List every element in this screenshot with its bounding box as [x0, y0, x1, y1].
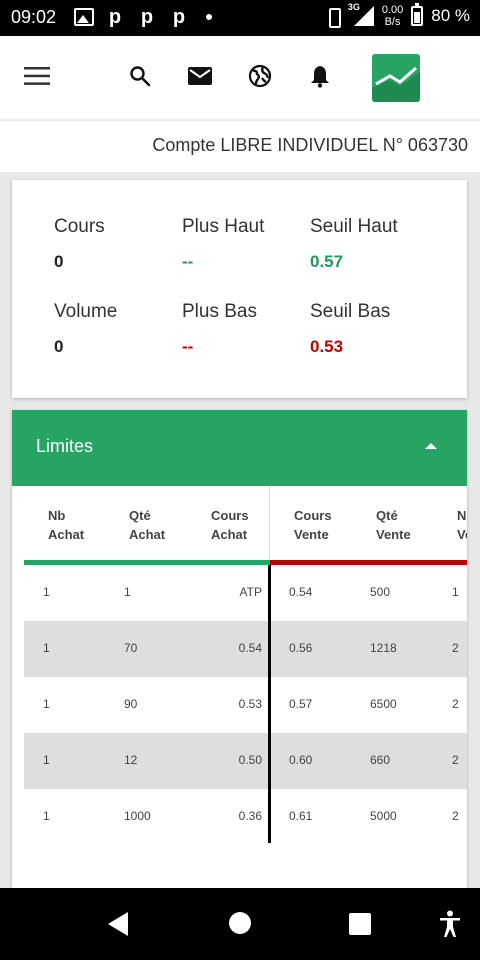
- cell-nb-vente: 2: [452, 641, 459, 655]
- header-qte-achat: Qté Achat: [129, 508, 166, 542]
- cell-nb-vente: 2: [452, 753, 459, 767]
- plus-bas-label: Plus Bas: [182, 301, 257, 322]
- cell-cours-vente: 0.54: [289, 585, 313, 599]
- plus-haut-label: Plus Haut: [182, 216, 265, 237]
- header-divider: [269, 486, 270, 564]
- vibrate-icon: [324, 8, 342, 28]
- limits-header[interactable]: Limites: [12, 410, 467, 486]
- cell-qte-achat: 70: [124, 641, 138, 655]
- header-cours-vente: Cours Vente: [294, 508, 332, 542]
- cell-nb-achat: 1: [43, 585, 50, 599]
- home-icon[interactable]: [229, 912, 251, 934]
- menu-icon[interactable]: [17, 56, 57, 96]
- system-nav-bar: [0, 888, 480, 960]
- cell-cours-achat: 0.54: [238, 641, 262, 655]
- limits-title: Limites: [36, 436, 94, 456]
- network-speed: 0.00 B/s: [382, 4, 403, 28]
- order-book-table[interactable]: Nb Achat Qté Achat Cours Achat Cours Ven…: [24, 486, 467, 886]
- cell-qte-achat: 1000: [124, 809, 151, 823]
- cell-cours-vente: 0.61: [289, 809, 313, 823]
- cell-qte-vente: 660: [370, 753, 391, 767]
- recent-apps-icon[interactable]: [349, 913, 371, 935]
- bell-icon[interactable]: [300, 56, 340, 96]
- header-nb-achat: Nb Achat: [48, 508, 85, 542]
- search-icon[interactable]: [120, 56, 160, 96]
- speed-unit: B/s: [384, 16, 401, 28]
- volume-label: Volume: [54, 301, 118, 322]
- accessibility-icon[interactable]: [438, 910, 462, 938]
- seuil-haut-value: 0.57: [310, 252, 344, 271]
- cell-cours-achat: ATP: [239, 585, 262, 599]
- table-row: 1 1 ATP 0.54 500 1: [24, 565, 467, 621]
- seuil-haut-label: Seuil Haut: [310, 216, 398, 237]
- plus-bas-block: Plus Bas --: [182, 301, 257, 357]
- cell-nb-vente: 1: [452, 585, 459, 599]
- cell-cours-vente: 0.57: [289, 697, 313, 711]
- header-qte-vente: Qté Vente: [376, 508, 411, 542]
- notification-icons: p p p: [74, 6, 212, 28]
- account-label[interactable]: Compte LIBRE INDIVIDUEL N° 063730: [152, 135, 468, 156]
- battery-icon: [411, 3, 424, 26]
- cell-nb-achat: 1: [43, 641, 50, 655]
- quote-card: Cours 0 Plus Haut -- Seuil Haut 0.57 Vol…: [12, 180, 467, 398]
- status-time: 09:02: [11, 7, 57, 27]
- cell-qte-vente: 5000: [370, 809, 397, 823]
- seuil-bas-value: 0.53: [310, 337, 344, 356]
- table-row: 1 70 0.54 0.56 1218 2: [24, 621, 467, 677]
- cell-nb-vente: 2: [452, 809, 459, 823]
- cell-nb-achat: 1: [43, 697, 50, 711]
- plus-haut-block: Plus Haut --: [182, 216, 264, 272]
- table-row: 1 90 0.53 0.57 6500 2: [24, 677, 467, 733]
- limits-panel: Limites Nb Achat Qté Achat Cours Achat C…: [12, 410, 467, 888]
- header-nb-vente: Nb Vente: [457, 508, 467, 542]
- cell-qte-vente: 6500: [370, 697, 397, 711]
- seuil-haut-block: Seuil Haut 0.57: [310, 216, 398, 272]
- app-bar: [0, 36, 480, 120]
- cours-label: Cours: [54, 216, 105, 237]
- seuil-bas-label: Seuil Bas: [310, 301, 391, 322]
- seuil-bas-block: Seuil Bas 0.53: [310, 301, 390, 357]
- plus-haut-value: --: [182, 252, 194, 271]
- cell-nb-vente: 2: [452, 697, 459, 711]
- header-cours-achat: Cours Achat: [211, 508, 249, 542]
- spread-divider: [268, 565, 271, 843]
- volume-block: Volume 0: [54, 301, 117, 357]
- more-notifications-dot-icon: [206, 14, 212, 20]
- back-icon[interactable]: [108, 912, 128, 936]
- p-notification-icon: p: [140, 6, 154, 28]
- cell-qte-achat: 90: [124, 697, 138, 711]
- volume-value: 0: [54, 337, 64, 356]
- signal-icon: 3G: [348, 2, 374, 28]
- cell-cours-achat: 0.50: [238, 753, 262, 767]
- cell-qte-achat: 12: [124, 753, 138, 767]
- cell-qte-vente: 500: [370, 585, 391, 599]
- p-notification-icon: p: [172, 6, 186, 28]
- mail-icon[interactable]: [180, 56, 220, 96]
- cell-nb-achat: 1: [43, 753, 50, 767]
- status-bar: 09:02 p p p 3G 0.00 B/s 80 %: [0, 0, 480, 36]
- cell-qte-achat: 1: [124, 585, 131, 599]
- cours-block: Cours 0: [54, 216, 105, 272]
- account-bar: Compte LIBRE INDIVIDUEL N° 063730: [0, 121, 480, 172]
- status-right: 3G 0.00 B/s 80 %: [324, 2, 470, 28]
- cell-cours-achat: 0.53: [238, 697, 262, 711]
- speed-value: 0.00: [381, 4, 404, 16]
- plus-bas-value: --: [182, 337, 194, 356]
- table-row: 1 12 0.50 0.60 660 2: [24, 733, 467, 789]
- globe-icon[interactable]: [240, 56, 280, 96]
- cell-cours-achat: 0.36: [238, 809, 262, 823]
- battery-percent: 80 %: [431, 6, 470, 25]
- collapse-caret-icon[interactable]: [425, 443, 437, 449]
- cours-value: 0: [54, 252, 64, 271]
- image-notification-icon: [74, 8, 94, 26]
- p-notification-icon: p: [108, 6, 122, 28]
- app-logo[interactable]: [372, 54, 420, 102]
- cell-cours-vente: 0.56: [289, 641, 313, 655]
- cell-nb-achat: 1: [43, 809, 50, 823]
- cell-qte-vente: 1218: [370, 641, 397, 655]
- table-row: 1 1000 0.36 0.61 5000 2: [24, 789, 467, 845]
- cell-cours-vente: 0.60: [289, 753, 313, 767]
